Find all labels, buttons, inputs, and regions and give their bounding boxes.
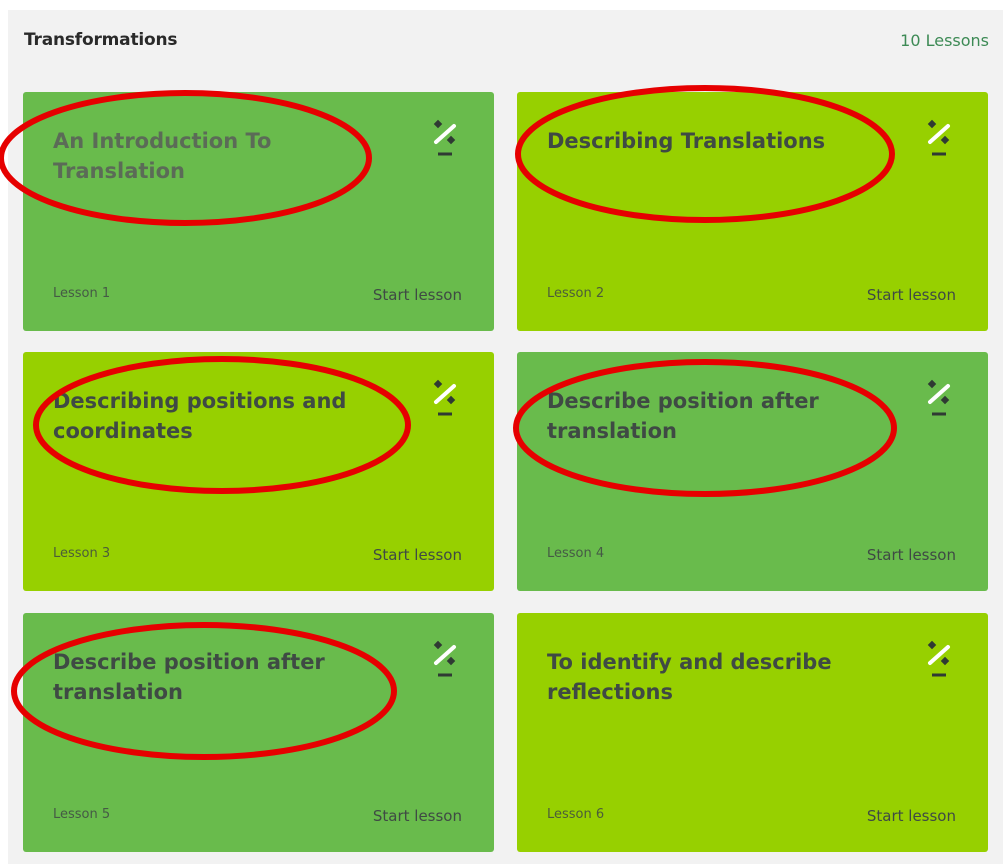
lesson-title: To identify and describe reflections xyxy=(547,650,832,704)
lesson-title: Describing positions and coordinates xyxy=(53,389,347,443)
start-lesson-link[interactable]: Start lesson xyxy=(867,286,956,304)
start-lesson-link[interactable]: Start lesson xyxy=(867,546,956,564)
lesson-title: Describe position after translation xyxy=(53,650,325,704)
lesson-count: 10 Lessons xyxy=(900,31,989,50)
percent-icon xyxy=(927,640,950,677)
percent-icon xyxy=(927,119,950,156)
start-lesson-link[interactable]: Start lesson xyxy=(373,807,462,825)
lesson-card-6[interactable]: To identify and describe reflections Les… xyxy=(517,613,988,852)
lesson-card-1[interactable]: An Introduction To Translation Lesson 1 … xyxy=(23,92,494,331)
lesson-title: Describe position after translation xyxy=(547,389,819,443)
lesson-title: An Introduction To Translation xyxy=(53,129,272,183)
lesson-card-3[interactable]: Describing positions and coordinates Les… xyxy=(23,352,494,591)
lesson-number: Lesson 2 xyxy=(547,286,605,301)
percent-icon xyxy=(433,640,456,677)
start-lesson-link[interactable]: Start lesson xyxy=(867,807,956,825)
start-lesson-link[interactable]: Start lesson xyxy=(373,286,462,304)
section-title: Transformations xyxy=(24,30,178,50)
lesson-number: Lesson 1 xyxy=(53,286,111,301)
percent-icon xyxy=(433,119,456,156)
lesson-number: Lesson 3 xyxy=(53,546,111,561)
lesson-number: Lesson 6 xyxy=(547,807,605,822)
start-lesson-link[interactable]: Start lesson xyxy=(373,546,462,564)
lesson-title: Describing Translations xyxy=(547,129,826,153)
percent-icon xyxy=(433,379,456,416)
lesson-card-4[interactable]: Describe position after translation Less… xyxy=(517,352,988,591)
lesson-number: Lesson 5 xyxy=(53,807,111,822)
lesson-card-5[interactable]: Describe position after translation Less… xyxy=(23,613,494,852)
lesson-card-2[interactable]: Describing Translations Lesson 2 Start l… xyxy=(517,92,988,331)
percent-icon xyxy=(927,379,950,416)
lesson-number: Lesson 4 xyxy=(547,546,605,561)
